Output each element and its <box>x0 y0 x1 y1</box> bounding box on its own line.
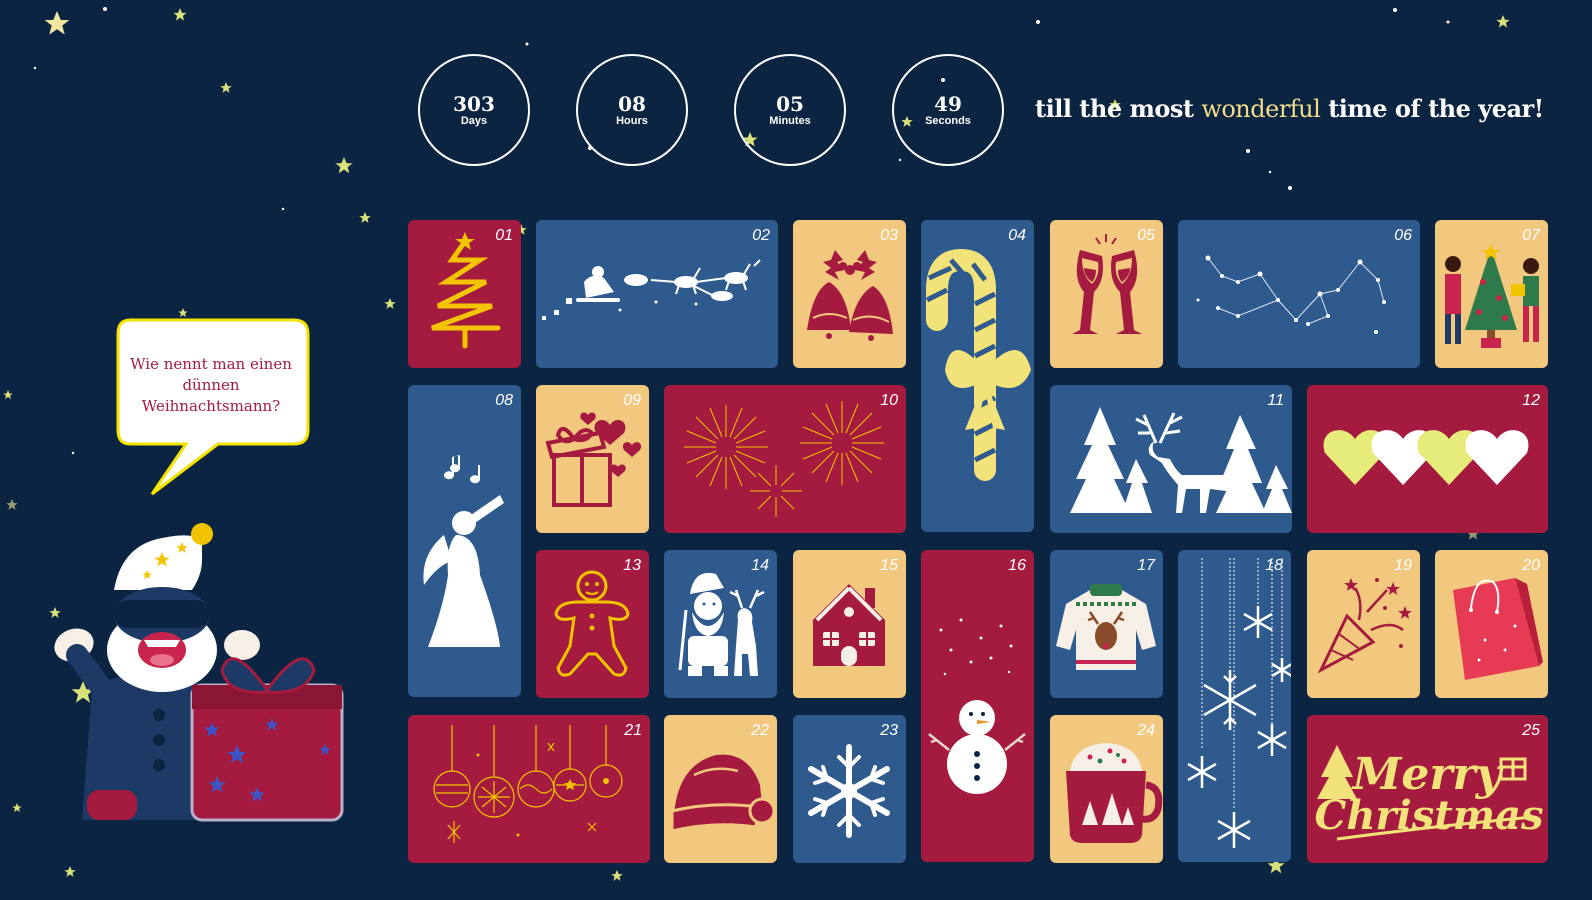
hanging-snowflakes-icon <box>1187 558 1291 848</box>
countdown-seconds-label: Seconds <box>925 114 971 127</box>
calendar-door-03[interactable]: 03 <box>793 220 906 368</box>
calendar-door-13[interactable]: 13 <box>536 550 649 698</box>
tagline-highlight: wonderful <box>1201 95 1321 123</box>
countdown-minutes-value: 05 <box>776 91 804 116</box>
countdown-seconds: 49 Seconds <box>892 54 1004 166</box>
door-number: 25 <box>1522 722 1540 739</box>
tagline: till the most wonderful time of the year… <box>1035 94 1544 123</box>
calendar-door-15[interactable]: 15 <box>793 550 906 698</box>
door-number: 10 <box>880 392 898 409</box>
calendar-door-07[interactable]: 07 <box>1435 220 1548 368</box>
snowman-icon <box>928 618 1026 794</box>
countdown-days: 303 Days <box>418 54 530 166</box>
door-number: 24 <box>1137 722 1155 739</box>
calendar-door-17[interactable]: 17 <box>1050 550 1163 698</box>
christmas-text: Christmas <box>1315 792 1544 839</box>
countdown-seconds-value: 49 <box>934 91 962 116</box>
fireworks-icon <box>684 401 884 517</box>
countdown-hours-label: Hours <box>616 114 648 127</box>
calendar-door-02[interactable]: 02 <box>536 220 778 368</box>
tagline-before: till the most <box>1035 94 1194 123</box>
door-number: 13 <box>623 557 641 574</box>
constellation-icon <box>1196 255 1386 334</box>
calendar-door-19[interactable]: 19 <box>1307 550 1420 698</box>
countdown-days-value: 303 <box>453 91 495 116</box>
door-number: 11 <box>1267 392 1284 409</box>
hearts-icon <box>1323 430 1529 485</box>
door-number: 17 <box>1137 557 1155 574</box>
calendar-door-05[interactable]: 05 <box>1050 220 1163 368</box>
door-number: 20 <box>1522 557 1540 574</box>
calendar-door-20[interactable]: 20 <box>1435 550 1548 698</box>
calendar-door-16[interactable]: 16 <box>921 550 1034 862</box>
door-number: 06 <box>1394 227 1412 244</box>
door-number: 01 <box>495 227 513 244</box>
door-number: 23 <box>880 722 898 739</box>
door-number: 22 <box>751 722 769 739</box>
door-number: 08 <box>495 392 513 409</box>
door-number: 09 <box>623 392 641 409</box>
door-number: 02 <box>752 227 770 244</box>
calendar-door-04[interactable]: 04 <box>921 220 1034 532</box>
door-number: 03 <box>880 227 898 244</box>
door-number: 19 <box>1394 557 1412 574</box>
angel-trumpet-icon <box>423 455 504 647</box>
countdown-hours: 08 Hours <box>576 54 688 166</box>
calendar-door-12[interactable]: 12 <box>1307 385 1548 533</box>
calendar-door-01[interactable]: 01 <box>408 220 521 368</box>
door-number: 14 <box>751 557 769 574</box>
door-number: 12 <box>1522 392 1540 409</box>
calendar-door-18[interactable]: 18 <box>1178 550 1291 862</box>
candy-cane-icon <box>925 248 1031 481</box>
santa-sleigh-icon <box>542 259 761 320</box>
tagline-after: time of the year! <box>1328 94 1544 123</box>
calendar-door-14[interactable]: 14 <box>664 550 777 698</box>
calendar-door-25[interactable]: Merry Christmas 25 <box>1307 715 1548 863</box>
speech-bubble-text: Wie nennt man einen dünnen Weihnachtsman… <box>130 355 292 415</box>
door-number: 21 <box>624 722 642 739</box>
door-number: 07 <box>1522 227 1540 244</box>
countdown-minutes: 05 Minutes <box>734 54 846 166</box>
calendar-door-24[interactable]: 24 <box>1050 715 1163 863</box>
door-number: 15 <box>880 557 898 574</box>
door-number: 16 <box>1008 557 1026 574</box>
calendar-door-08[interactable]: 08 <box>408 385 521 697</box>
ornaments-icon <box>433 725 623 843</box>
merry-christmas-icon: Merry Christmas <box>1315 745 1544 841</box>
calendar-door-06[interactable]: 06 <box>1178 220 1420 368</box>
door-number: 05 <box>1137 227 1155 244</box>
countdown-hours-value: 08 <box>618 91 646 116</box>
calendar-door-11[interactable]: 11 <box>1050 385 1292 533</box>
countdown-days-label: Days <box>460 114 488 127</box>
door-number: 18 <box>1265 557 1283 574</box>
calendar-door-10[interactable]: 10 <box>664 385 906 533</box>
calendar-door-21[interactable]: 21 <box>408 715 650 863</box>
calendar-door-23[interactable]: 23 <box>793 715 906 863</box>
calendar-door-22[interactable]: 22 <box>664 715 777 863</box>
santa-mascot-icon <box>54 523 344 822</box>
calendar-door-09[interactable]: 09 <box>536 385 649 533</box>
countdown-minutes-label: Minutes <box>769 114 811 127</box>
reindeer-forest-icon <box>1070 407 1292 513</box>
door-number: 04 <box>1008 227 1026 244</box>
